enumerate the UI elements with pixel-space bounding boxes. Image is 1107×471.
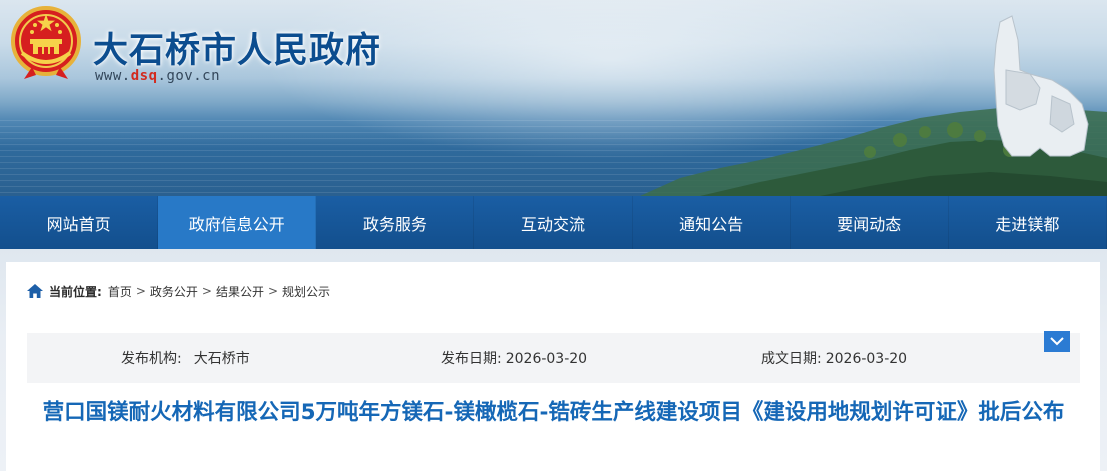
nav-item-news[interactable]: 要闻动态 (791, 196, 949, 249)
url-highlight: dsq (130, 68, 158, 84)
breadcrumb-planning[interactable]: 规划公示 (282, 283, 330, 300)
article-title: 营口国镁耐火材料有限公司5万吨年方镁石-镁橄榄石-锆砖生产线建设项目《建设用地规… (42, 400, 1065, 425)
site-url[interactable]: www.dsq.gov.cn (95, 68, 220, 84)
publisher-value: 大石桥市 (193, 351, 250, 367)
breadcrumb-gov-affairs[interactable]: 政务公开 (150, 283, 198, 300)
breadcrumb-separator: > (201, 284, 212, 298)
nav-item-home[interactable]: 网站首页 (0, 196, 159, 249)
chevron-down-icon (1050, 337, 1064, 346)
created-date-value: 2026-03-20 (825, 351, 908, 367)
breadcrumb-separator: > (135, 284, 146, 298)
breadcrumb-home[interactable]: 首页 (108, 283, 132, 300)
nav-item-services[interactable]: 政务服务 (316, 196, 475, 249)
created-date-meta: 成文日期: 2026-03-20 (761, 348, 907, 368)
publish-date-meta: 发布日期: 2026-03-20 (441, 348, 587, 368)
main-navigation: 网站首页 政府信息公开 政务服务 互动交流 通知公告 要闻动态 走进镁都 (0, 196, 1107, 249)
breadcrumb-results[interactable]: 结果公开 (216, 283, 264, 300)
nav-item-gov-info[interactable]: 政府信息公开 (158, 196, 317, 249)
publish-date-label: 发布日期: (441, 351, 502, 367)
publisher-label: 发布机构: (121, 351, 182, 367)
publisher-meta: 发布机构: 大石桥市 (121, 348, 250, 368)
nav-item-about[interactable]: 走进镁都 (949, 196, 1107, 249)
url-prefix: www. (95, 68, 131, 84)
meta-toggle-button[interactable] (1044, 331, 1070, 352)
breadcrumb-separator: > (267, 284, 279, 298)
home-icon (27, 284, 43, 298)
statue-sculpture (993, 15, 1089, 157)
breadcrumb-label: 当前位置: (49, 284, 102, 299)
publish-date-value: 2026-03-20 (505, 351, 588, 367)
national-emblem-icon (11, 6, 81, 79)
site-title[interactable]: 大石桥市人民政府 (93, 22, 381, 73)
created-date-label: 成文日期: (761, 351, 822, 367)
url-suffix: .gov.cn (157, 68, 221, 84)
header-banner: 大石桥市人民政府 www.dsq.gov.cn (0, 0, 1107, 196)
breadcrumb: 当前位置: 首页 > 政务公开 > 结果公开 > 规划公示 (27, 282, 330, 300)
nav-item-notices[interactable]: 通知公告 (633, 196, 791, 249)
nav-item-interaction[interactable]: 互动交流 (474, 196, 633, 249)
